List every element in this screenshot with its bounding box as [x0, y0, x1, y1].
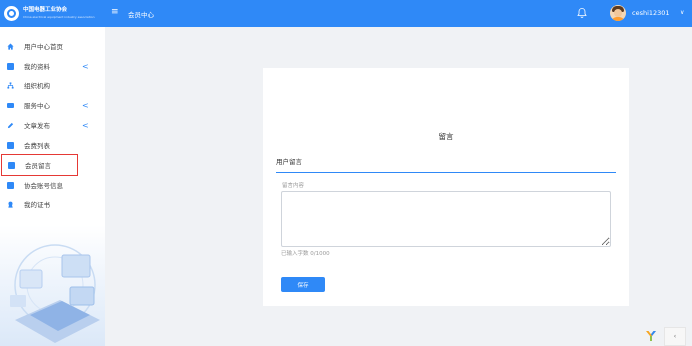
page-title: 留言: [438, 132, 454, 141]
profile-icon: [7, 62, 14, 70]
service-icon: [7, 102, 14, 108]
association-logo[interactable]: 中国电器工业协会 China electrical equipment indu…: [4, 5, 104, 22]
document-icon: [7, 141, 14, 149]
sidebar-item-account-info[interactable]: 协会账号信息: [0, 176, 105, 194]
sidebar: 用户中心首页 我的资料 < 组织机构 服务中心 < 文章发布 < 会费列表 会员…: [0, 27, 105, 346]
yii-logo-icon[interactable]: [645, 330, 657, 342]
message-textarea[interactable]: [281, 191, 611, 247]
message-content-label: 留言内容: [282, 183, 305, 189]
certificate-icon: [8, 201, 13, 208]
nav-member-center[interactable]: 会员中心: [128, 9, 154, 19]
sidebar-item-label: 会员留言: [25, 162, 51, 170]
sidebar-item-my-certificates[interactable]: 我的证书: [0, 195, 105, 213]
divider: [276, 172, 616, 173]
sidebar-item-my-profile[interactable]: 我的资料 <: [0, 57, 105, 75]
sidebar-item-label: 协会账号信息: [24, 182, 63, 190]
username[interactable]: ceshi12301: [632, 9, 670, 17]
message-card: 留言 用户留言 留言内容 已输入字数 0/1000 保存: [263, 68, 629, 306]
section-label: 用户留言: [276, 158, 302, 166]
hamburger-icon[interactable]: ≡: [111, 8, 119, 17]
character-counter: 已输入字数 0/1000: [281, 251, 330, 257]
sidebar-item-article-publish[interactable]: 文章发布 <: [0, 116, 105, 134]
sidebar-item-member-message[interactable]: 会员留言: [1, 154, 78, 176]
sidebar-item-label: 服务中心: [24, 102, 50, 110]
logo-title: 中国电器工业协会: [23, 7, 68, 14]
collapse-arrow-button[interactable]: ‹: [664, 327, 686, 346]
home-icon: [7, 42, 14, 50]
sidebar-item-user-home[interactable]: 用户中心首页: [0, 37, 105, 55]
document-icon: [7, 181, 14, 189]
sidebar-item-label: 文章发布: [24, 122, 50, 130]
sidebar-item-label: 会费列表: [24, 142, 50, 150]
top-header: 中国电器工业协会 China electrical equipment indu…: [0, 0, 692, 27]
chevron-down-icon[interactable]: ∨: [680, 9, 684, 16]
sidebar-item-label: 组织机构: [24, 82, 50, 90]
sidebar-item-label: 我的证书: [24, 201, 50, 209]
sidebar-item-label: 用户中心首页: [24, 43, 63, 51]
sidebar-item-label: 我的资料: [24, 63, 50, 71]
chevron-left-icon: <: [82, 61, 89, 71]
logo-emblem-icon: [4, 6, 19, 21]
chevron-left-icon: <: [82, 100, 89, 110]
bell-icon[interactable]: [576, 7, 588, 19]
avatar[interactable]: [610, 5, 626, 21]
document-icon: [8, 161, 15, 169]
sidebar-illustration: [0, 225, 105, 346]
save-button[interactable]: 保存: [281, 277, 325, 292]
chevron-left-icon: <: [82, 120, 89, 130]
sidebar-item-service-center[interactable]: 服务中心 <: [0, 96, 105, 114]
sidebar-item-organization[interactable]: 组织机构: [0, 76, 105, 94]
sidebar-item-fee-list[interactable]: 会费列表: [0, 136, 105, 154]
logo-subtitle: China electrical equipment industry asso…: [23, 14, 95, 19]
pen-icon: [7, 122, 14, 128]
org-icon: [7, 81, 14, 89]
